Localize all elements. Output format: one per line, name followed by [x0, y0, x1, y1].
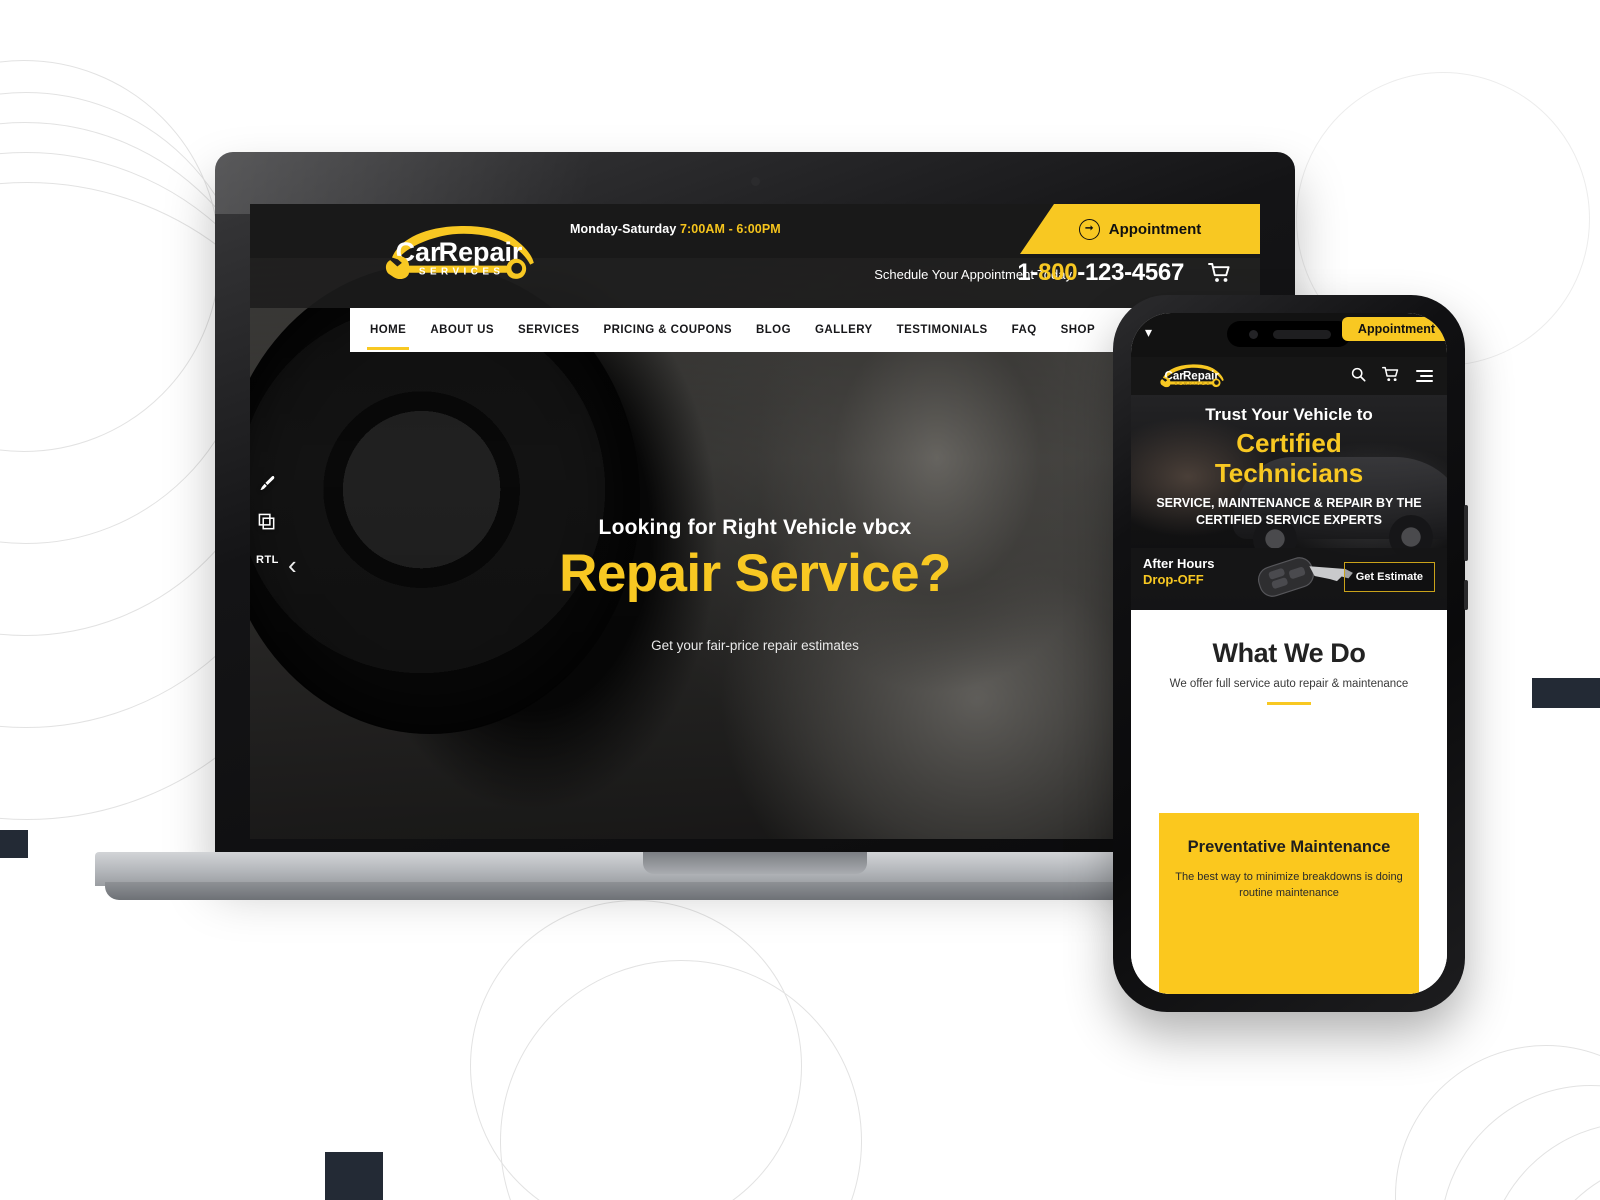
appointment-button-label: Appointment: [1108, 220, 1202, 238]
nav-item-home[interactable]: HOME: [366, 324, 410, 350]
phone-mockup: ▾ Appointment Car Repair SERVICES Trust …: [1113, 295, 1468, 1012]
desktop-website: Car Repair SERVICES Monday-Saturday 7:00…: [250, 204, 1260, 839]
get-estimate-button[interactable]: Get Estimate: [1343, 562, 1435, 592]
nav-item-faq[interactable]: FAQ: [1012, 324, 1037, 336]
svg-text:SERVICES: SERVICES: [1175, 381, 1212, 386]
decor-ring-bottom-1: [470, 900, 802, 1200]
main-navigation[interactable]: HOME ABOUT US SERVICES PRICING & COUPONS…: [350, 308, 1230, 352]
mockup-stage: Car Repair SERVICES Monday-Saturday 7:00…: [0, 0, 1600, 1200]
hero-eyebrow: Looking for Right Vehicle vbcx: [598, 516, 912, 539]
decor-ring-left-1: [0, 60, 220, 452]
phone-screen: ▾ Appointment Car Repair SERVICES Trust …: [1131, 313, 1447, 994]
business-hours-label: Monday-Saturday: [570, 222, 677, 236]
hero-content: Looking for Right Vehicle vbcx Repair Se…: [250, 516, 1260, 653]
mobile-appointment-badge[interactable]: Appointment: [1341, 317, 1447, 341]
shopping-cart-icon[interactable]: [1382, 366, 1400, 386]
decor-ring-br-4: [1528, 1158, 1600, 1200]
phone-statusbar: ▾ Appointment: [1131, 313, 1447, 357]
laptop-webcam: [751, 177, 760, 186]
search-icon[interactable]: [1351, 367, 1366, 386]
hamburger-menu-icon[interactable]: [1416, 367, 1433, 385]
decor-square-left: [0, 830, 28, 858]
car-key-fob-icon: [1241, 548, 1359, 604]
after-hours-text: After Hours Drop-OFF: [1143, 556, 1215, 589]
after-hours-label: After Hours: [1143, 555, 1215, 571]
what-we-do-subtitle: We offer full service auto repair & main…: [1169, 678, 1409, 690]
nav-item-services[interactable]: SERVICES: [518, 324, 580, 336]
laptop-screen: Car Repair SERVICES Monday-Saturday 7:00…: [250, 204, 1260, 839]
service-card-body: The best way to minimize breakdowns is d…: [1175, 871, 1403, 900]
what-we-do-heading: What We Do: [1212, 638, 1366, 668]
mobile-hero-heading-line2: Technicians: [1214, 458, 1364, 489]
shopping-cart-icon[interactable]: [1208, 262, 1232, 289]
mobile-hero-subtitle: SERVICE, MAINTENANCE & REPAIR BY THE CER…: [1156, 496, 1422, 527]
nav-item-blog[interactable]: BLOG: [756, 324, 791, 336]
appointment-button[interactable]: ➞ Appointment: [1020, 204, 1260, 254]
business-hours: Monday-Saturday 7:00AM - 6:00PM: [570, 222, 781, 236]
decor-ring-br-3: [1485, 1122, 1600, 1200]
nav-item-pricing-coupons[interactable]: PRICING & COUPONS: [604, 324, 732, 336]
phone-prefix: 1-: [1017, 259, 1039, 286]
phone-suffix: -123-4567: [1077, 259, 1184, 286]
svg-text:SERVICES: SERVICES: [419, 267, 505, 278]
business-hours-value: 7:00AM - 6:00PM: [679, 222, 781, 236]
laptop-base-notch: [643, 852, 867, 874]
phone-secondary-button[interactable]: [1464, 580, 1468, 610]
decor-square-right: [1532, 678, 1600, 708]
mobile-what-we-do-section: What We Do We offer full service auto re…: [1131, 610, 1447, 994]
mobile-site-logo[interactable]: Car Repair SERVICES: [1145, 361, 1241, 391]
paint-brush-icon[interactable]: [258, 474, 277, 497]
service-card-preventative-maintenance[interactable]: Preventative Maintenance The best way to…: [1159, 813, 1419, 994]
mobile-header: Car Repair SERVICES: [1131, 357, 1447, 395]
mobile-hero-eyebrow: Trust Your Vehicle to: [1205, 405, 1373, 424]
decor-square-bottom: [325, 1152, 383, 1200]
mobile-hero-heading-line1: Certified: [1236, 428, 1342, 458]
mobile-header-icons[interactable]: [1351, 366, 1433, 386]
chevron-down-icon[interactable]: ▾: [1145, 325, 1152, 339]
nav-item-gallery[interactable]: GALLERY: [815, 324, 873, 336]
site-topbar: Car Repair SERVICES Monday-Saturday 7:00…: [250, 204, 1260, 308]
nav-item-shop[interactable]: SHOP: [1061, 324, 1095, 336]
mobile-hero-heading: Certified Technicians: [1131, 428, 1447, 488]
phone-power-button[interactable]: [1464, 505, 1468, 561]
hero-heading: Repair Service?: [559, 544, 951, 603]
arrow-right-circle-icon: ➞: [1078, 218, 1100, 240]
hero-subtext: Get your fair-price repair estimates: [651, 637, 859, 653]
mobile-hero: Trust Your Vehicle to Certified Technici…: [1131, 395, 1447, 610]
site-logo[interactable]: Car Repair SERVICES: [372, 218, 552, 288]
decor-ring-bottom-2: [500, 960, 862, 1200]
mobile-after-hours-strip: After Hours Drop-OFF Get Estimate: [1131, 548, 1447, 610]
nav-item-about-us[interactable]: ABOUT US: [430, 324, 494, 336]
decor-ring-br-2: [1440, 1085, 1600, 1200]
phone-earpiece: [1273, 330, 1331, 339]
section-divider: [1267, 702, 1311, 705]
decor-ring-br-1: [1395, 1045, 1600, 1200]
phone-number[interactable]: 1-800-123-4567: [1017, 259, 1184, 287]
phone-notch: [1227, 321, 1351, 347]
service-card-title: Preventative Maintenance: [1187, 838, 1391, 856]
nav-item-testimonials[interactable]: TESTIMONIALS: [897, 324, 988, 336]
after-hours-value: Drop-OFF: [1143, 571, 1204, 587]
phone-front-camera: [1249, 330, 1258, 339]
phone-highlight: 800: [1038, 259, 1078, 286]
